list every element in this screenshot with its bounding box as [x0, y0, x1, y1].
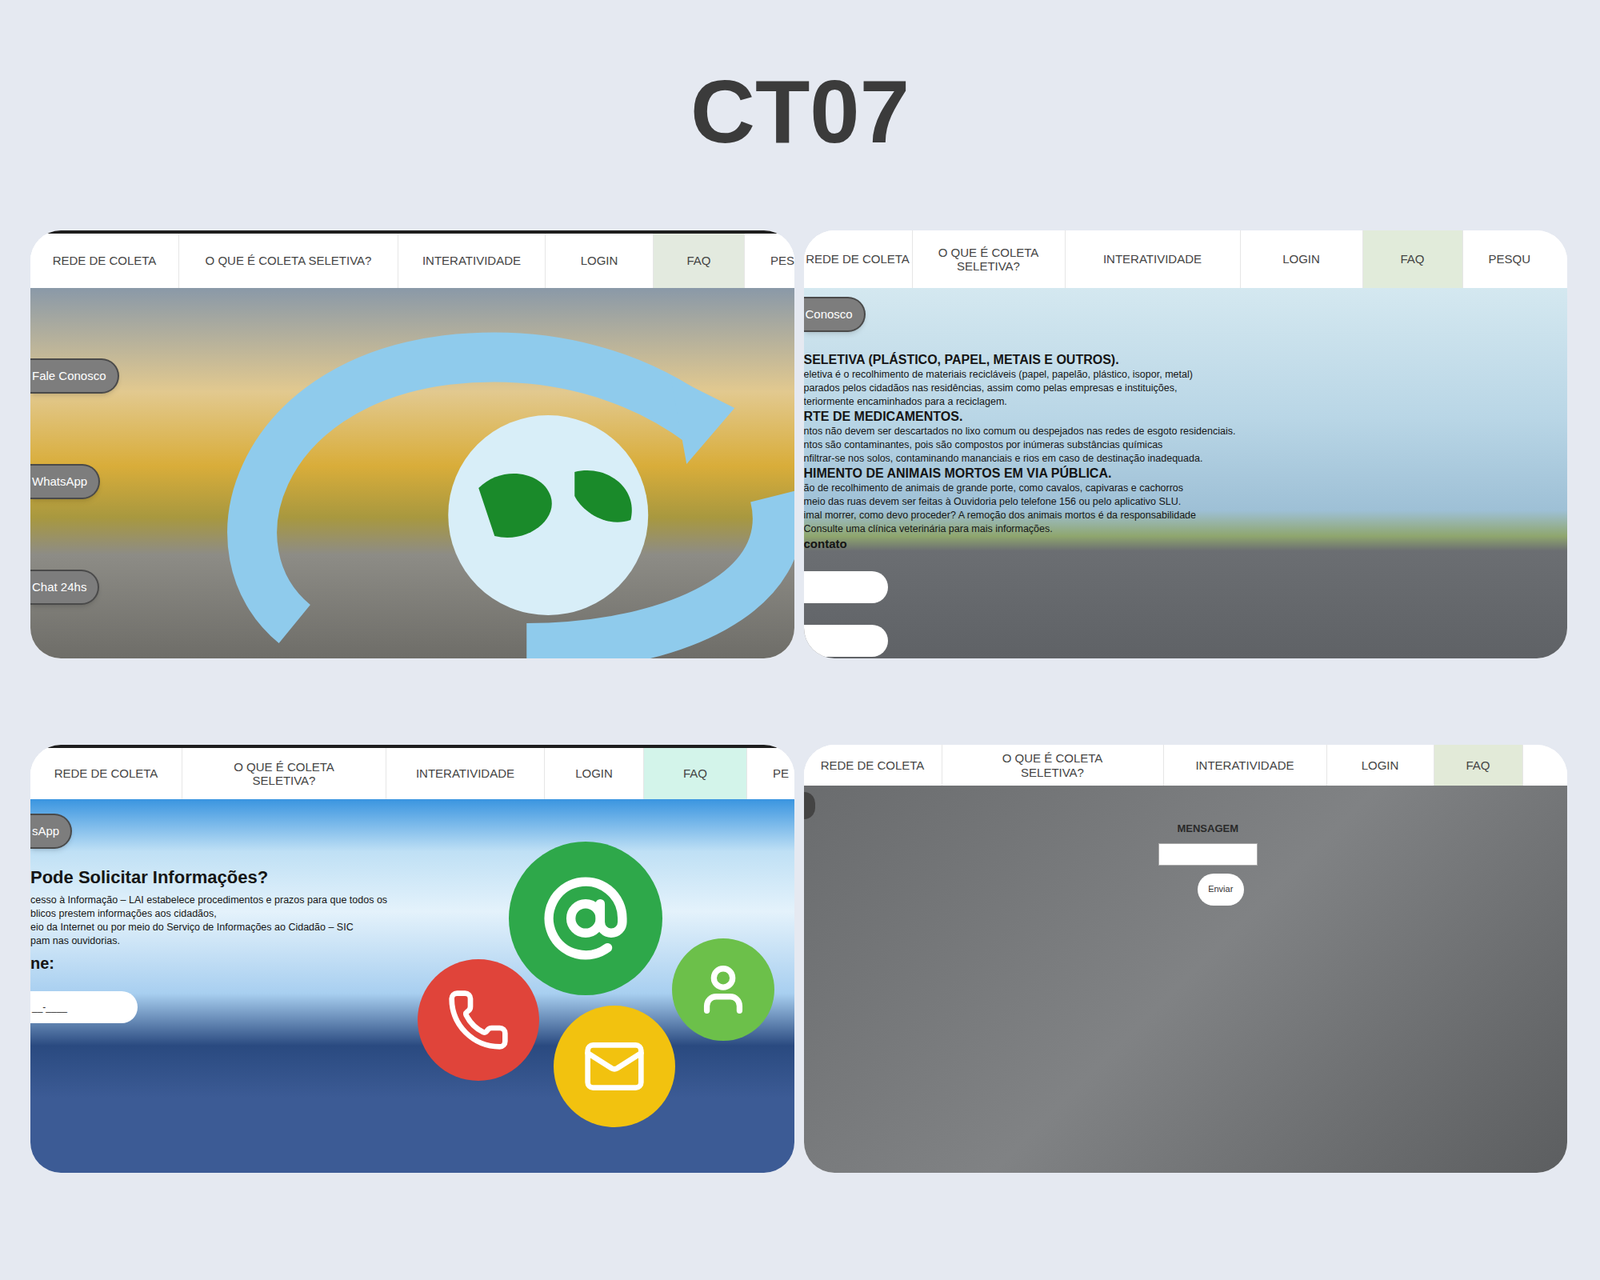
nav-item[interactable]: REDE DE COLETA [804, 744, 943, 786]
nav-bar: REDE DE COLETAO QUE É COLETA SELETIVA?IN… [30, 744, 795, 800]
mail-icon [553, 1005, 676, 1128]
nav-item[interactable]: PES [744, 233, 795, 288]
slide: CT07REDE DE COLETAO QUE É COLETA SELETIV… [0, 0, 1600, 1280]
side-button[interactable]: Chat 24hs [30, 569, 100, 605]
nav-item[interactable]: O QUE É COLETA SELETIVA? [182, 748, 387, 800]
nav-item[interactable]: INTERATIVIDADE [386, 748, 545, 800]
nav-item[interactable]: FAQ [1434, 744, 1524, 786]
nav-bar: REDE DE COLETAO QUE É COLETA SELETIVA?IN… [804, 744, 1568, 786]
info-section: HIMENTO DE ANIMAIS MORTOS EM VIA PÚBLICA… [804, 465, 1332, 536]
screenshot-panel: REDE DE COLETAO QUE É COLETA SELETIVA?IN… [30, 744, 795, 1173]
recycle-globe-icon [30, 288, 795, 659]
screenshot-panel: REDE DE COLETAO QUE É COLETA SELETIVA?IN… [804, 230, 1568, 659]
contact-content: sAppPode Solicitar Informações?cesso à I… [30, 799, 795, 1173]
nav-item[interactable]: REDE DE COLETA [804, 230, 913, 288]
side-button[interactable]: sApp [30, 813, 72, 849]
user-icon [672, 938, 775, 1041]
nav-item[interactable]: FAQ [644, 748, 748, 800]
info-section: SELETIVA (PLÁSTICO, PAPEL, METAIS E OUTR… [804, 352, 1332, 409]
nav-item[interactable]: O QUE É COLETA SELETIVA? [179, 233, 399, 288]
white-pill[interactable] [804, 624, 888, 657]
nav-item[interactable]: PE [747, 748, 789, 800]
nav-item[interactable]: INTERATIVIDADE [1065, 230, 1241, 288]
send-button[interactable]: Enviar [1197, 873, 1244, 906]
cut-button[interactable] [804, 792, 816, 820]
white-pill[interactable] [804, 571, 888, 604]
nav-item[interactable]: LOGIN [544, 748, 644, 800]
nav-item[interactable]: LOGIN [1327, 744, 1435, 786]
nav-item[interactable]: O QUE É COLETA SELETIVA? [942, 744, 1164, 786]
nav-bar: REDE DE COLETAO QUE É COLETA SELETIVA?IN… [804, 230, 1568, 288]
nav-item[interactable]: PESQU [1463, 230, 1532, 288]
nav-item[interactable]: LOGIN [545, 233, 654, 288]
nav-item[interactable]: REDE DE COLETA [30, 233, 180, 288]
nav-item[interactable]: INTERATIVIDADE [398, 233, 546, 288]
nav-item[interactable]: FAQ [653, 233, 745, 288]
info-content: Conosco SELETIVA (PLÁSTICO, PAPEL, METAIS… [804, 288, 1568, 659]
nav-item[interactable]: REDE DE COLETA [30, 748, 183, 800]
phone-icon [417, 959, 540, 1081]
message-content: MENSAGEM Enviar [804, 785, 1568, 1173]
nav-bar: REDE DE COLETAO QUE É COLETA SELETIVA?IN… [30, 230, 795, 288]
email-icon [508, 841, 663, 996]
field-label: ne: [30, 952, 415, 974]
side-button[interactable]: Conosco [804, 296, 866, 332]
contact-heading: Pode Solicitar Informações? [30, 866, 415, 889]
home-content: Fale Conosco WhatsApp Chat 24hs [30, 288, 795, 659]
nav-item[interactable]: O QUE É COLETA SELETIVA? [912, 230, 1066, 288]
phone-field[interactable]: __-____ [30, 991, 138, 1024]
info-text: SELETIVA (PLÁSTICO, PAPEL, METAIS E OUTR… [804, 352, 1332, 552]
message-label: MENSAGEM [1176, 820, 1239, 837]
nav-item[interactable]: LOGIN [1240, 230, 1364, 288]
screenshot-panel: REDE DE COLETAO QUE É COLETA SELETIVA?IN… [804, 744, 1568, 1173]
message-field[interactable] [1158, 843, 1258, 866]
screenshot-panel: REDE DE COLETAO QUE É COLETA SELETIVA?IN… [30, 230, 795, 659]
nav-item[interactable]: INTERATIVIDADE [1164, 744, 1328, 786]
side-button[interactable]: Fale Conosco [30, 358, 120, 394]
nav-item[interactable]: FAQ [1363, 230, 1464, 288]
slide-title: CT07 [0, 0, 1600, 157]
info-section: RTE DE MEDICAMENTOS.ntos não devem ser d… [804, 408, 1332, 466]
side-button[interactable]: WhatsApp [30, 464, 100, 500]
